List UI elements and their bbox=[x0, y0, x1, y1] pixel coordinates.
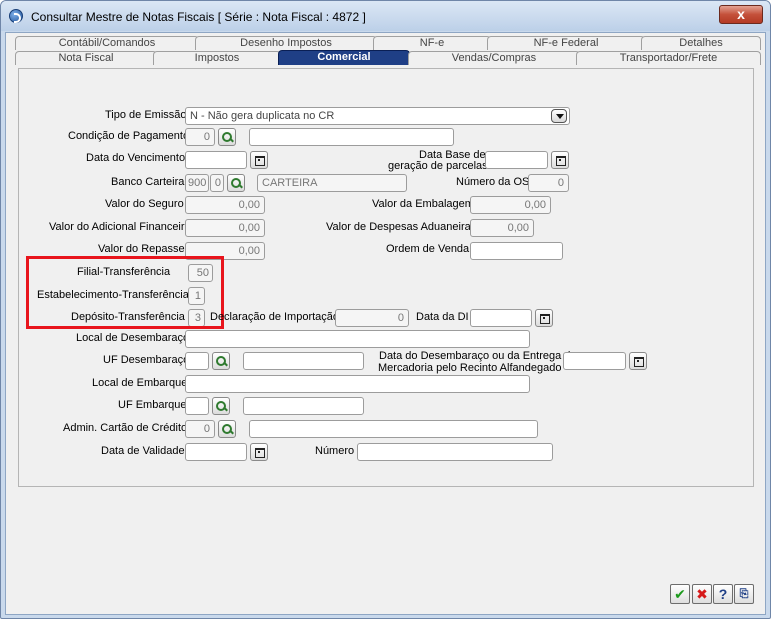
local-embarque-input[interactable] bbox=[185, 375, 530, 393]
data-validade-label: Data de Validade bbox=[101, 445, 185, 457]
app-icon bbox=[9, 9, 23, 23]
valor-despesas-aduaneiras-input[interactable]: 0,00 bbox=[470, 219, 534, 237]
confirm-button[interactable]: ✔ bbox=[670, 584, 690, 604]
tab-contabil-comandos[interactable]: Contábil/Comandos bbox=[15, 36, 199, 50]
valor-embalagem-input[interactable]: 0,00 bbox=[470, 196, 551, 214]
tab-nfe-federal[interactable]: NF-e Federal bbox=[487, 36, 645, 50]
tab-nota-fiscal[interactable]: Nota Fiscal bbox=[15, 51, 157, 65]
carteira-input[interactable]: 0 bbox=[210, 174, 224, 192]
data-vencimento-label: Data do Vencimento bbox=[86, 152, 186, 164]
title-bar[interactable]: Consultar Mestre de Notas Fiscais [ Séri… bbox=[1, 1, 770, 31]
chevron-down-icon[interactable] bbox=[551, 109, 567, 123]
tab-comercial[interactable]: Comercial bbox=[278, 50, 410, 65]
condicao-pagamento-code-input[interactable]: 0 bbox=[185, 128, 215, 146]
calendar-icon[interactable] bbox=[551, 151, 569, 169]
calendar-icon[interactable] bbox=[629, 352, 647, 370]
uf-desembaraco-label: UF Desembaraço bbox=[103, 354, 190, 366]
valor-seguro-input[interactable]: 0,00 bbox=[185, 196, 265, 214]
cancel-button[interactable]: ✖ bbox=[692, 584, 712, 604]
uf-embarque-desc-input[interactable] bbox=[243, 397, 364, 415]
data-di-label: Data da DI bbox=[416, 311, 469, 323]
condicao-pagamento-label: Condição de Pagamento bbox=[68, 130, 190, 142]
numero-os-input[interactable]: 0 bbox=[528, 174, 569, 192]
search-icon[interactable] bbox=[212, 352, 230, 370]
valor-repasse-label: Valor do Repasse bbox=[98, 243, 185, 255]
highlight-box bbox=[26, 256, 224, 329]
calendar-icon[interactable] bbox=[250, 151, 268, 169]
banco-input[interactable]: 900 bbox=[185, 174, 209, 192]
admin-cartao-desc-input[interactable] bbox=[249, 420, 538, 438]
data-validade-input[interactable] bbox=[185, 443, 247, 461]
search-icon[interactable] bbox=[218, 420, 236, 438]
valor-adicional-financeiro-label: Valor do Adicional Financeiro bbox=[49, 221, 191, 233]
declaracao-importacao-input[interactable]: 0 bbox=[335, 309, 409, 327]
valor-seguro-label: Valor do Seguro bbox=[105, 198, 184, 210]
tipo-emissao-label: Tipo de Emissão bbox=[105, 109, 187, 121]
ordem-venda-input[interactable] bbox=[470, 242, 563, 260]
data-vencimento-input[interactable] bbox=[185, 151, 247, 169]
valor-despesas-aduaneiras-label: Valor de Despesas Aduaneiras bbox=[326, 221, 477, 233]
admin-cartao-label: Admin. Cartão de Crédito bbox=[63, 422, 188, 434]
data-di-input[interactable] bbox=[470, 309, 532, 327]
window-title: Consultar Mestre de Notas Fiscais [ Séri… bbox=[31, 10, 366, 24]
tab-detalhes[interactable]: Detalhes bbox=[641, 36, 761, 50]
admin-cartao-code-input[interactable]: 0 bbox=[185, 420, 215, 438]
uf-desembaraco-code-input[interactable] bbox=[185, 352, 209, 370]
tab-nfe[interactable]: NF-e bbox=[373, 36, 491, 50]
uf-desembaraco-desc-input[interactable] bbox=[243, 352, 364, 370]
banco-carteira-label: Banco Carteira bbox=[111, 176, 185, 188]
data-desembaraco-label-2: Mercadoria pelo Recinto Alfandegado bbox=[378, 362, 562, 374]
local-desembaraco-label: Local de Desembaraço bbox=[76, 332, 190, 344]
tab-vendas-compras[interactable]: Vendas/Compras bbox=[408, 51, 580, 65]
ordem-venda-label: Ordem de Venda bbox=[386, 243, 470, 255]
tab-impostos[interactable]: Impostos bbox=[153, 51, 281, 65]
valor-embalagem-label: Valor da Embalagem bbox=[372, 198, 474, 210]
carteira-desc-input[interactable]: CARTEIRA bbox=[257, 174, 407, 192]
calendar-icon[interactable] bbox=[535, 309, 553, 327]
exit-button[interactable]: ⎘ bbox=[734, 584, 754, 604]
search-icon[interactable] bbox=[218, 128, 236, 146]
calendar-icon[interactable] bbox=[250, 443, 268, 461]
uf-embarque-code-input[interactable] bbox=[185, 397, 209, 415]
local-desembaraco-input[interactable] bbox=[185, 330, 530, 348]
declaracao-importacao-label: Declaração de Importação bbox=[210, 311, 340, 323]
tab-transportador-frete[interactable]: Transportador/Frete bbox=[576, 51, 761, 65]
numero-input[interactable] bbox=[357, 443, 553, 461]
numero-label: Número bbox=[315, 445, 355, 457]
local-embarque-label: Local de Embarque bbox=[92, 377, 188, 389]
search-icon[interactable] bbox=[227, 174, 245, 192]
uf-embarque-label: UF Embarque bbox=[118, 399, 187, 411]
valor-adicional-financeiro-input[interactable]: 0,00 bbox=[185, 219, 265, 237]
main-window: Consultar Mestre de Notas Fiscais [ Séri… bbox=[0, 0, 771, 619]
numero-os-label: Número da OS bbox=[456, 176, 530, 188]
data-base-label-2: geração de parcelas bbox=[388, 160, 488, 172]
tab-desenho-impostos[interactable]: Desenho Impostos bbox=[195, 36, 377, 50]
search-icon[interactable] bbox=[212, 397, 230, 415]
data-base-input[interactable] bbox=[485, 151, 548, 169]
close-button[interactable]: x bbox=[719, 5, 763, 24]
tipo-emissao-select[interactable]: N - Não gera duplicata no CR bbox=[185, 107, 570, 125]
data-desembaraco-input[interactable] bbox=[563, 352, 626, 370]
condicao-pagamento-desc-input[interactable] bbox=[249, 128, 454, 146]
help-button[interactable]: ? bbox=[713, 584, 733, 604]
data-desembaraco-label-1: Data do Desembaraço ou da Entrega da bbox=[379, 350, 577, 362]
